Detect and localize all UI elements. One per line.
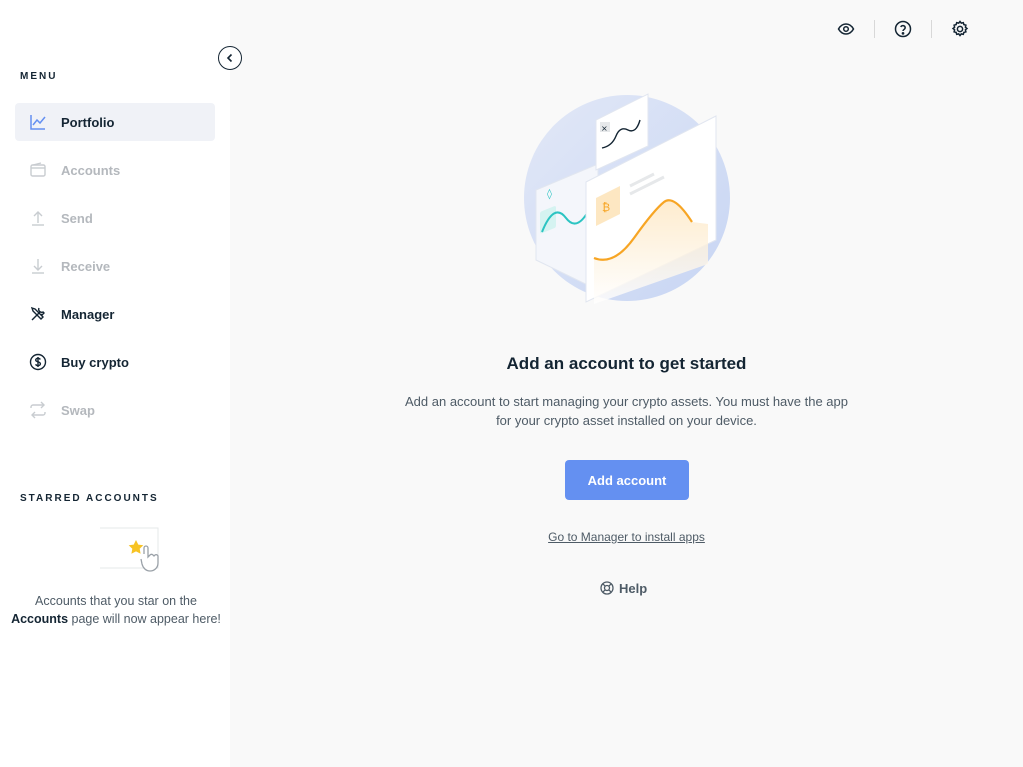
sidebar-item-label: Send xyxy=(61,210,93,226)
sidebar-item-label: Accounts xyxy=(61,162,121,178)
swap-arrows-icon xyxy=(28,400,48,420)
empty-state-title: Add an account to get started xyxy=(506,354,747,373)
sidebar-item-label: Buy crypto xyxy=(61,354,129,370)
sidebar-item-swap[interactable]: Swap xyxy=(15,391,215,429)
send-arrow-up-icon xyxy=(28,208,48,228)
sidebar-item-portfolio[interactable]: Portfolio xyxy=(15,103,215,141)
topbar-divider xyxy=(931,20,932,38)
svg-text:◊: ◊ xyxy=(547,188,552,200)
sidebar-item-buy-crypto[interactable]: Buy crypto xyxy=(15,343,215,381)
chart-line-icon xyxy=(28,112,48,132)
collapse-sidebar-button[interactable] xyxy=(218,46,242,70)
sidebar-item-manager[interactable]: Manager xyxy=(15,295,215,333)
sidebar-item-label: Portfolio xyxy=(61,114,115,130)
svg-text:₿: ₿ xyxy=(602,201,610,214)
starred-accounts-empty-text: Accounts that you star on the Accounts p… xyxy=(10,592,222,628)
sidebar-item-send[interactable]: Send xyxy=(15,199,215,237)
tools-icon xyxy=(28,304,48,324)
lifebuoy-icon xyxy=(600,581,614,595)
help-link[interactable]: Help xyxy=(600,578,647,598)
settings-gear-icon[interactable] xyxy=(949,18,971,40)
sidebar-item-label: Manager xyxy=(61,306,115,322)
eye-icon[interactable] xyxy=(835,18,857,40)
receive-arrow-down-icon xyxy=(28,256,48,276)
sidebar-nav: Portfolio Accounts Send Receive Manager xyxy=(15,103,215,439)
wallet-icon xyxy=(28,160,48,180)
go-to-manager-link[interactable]: Go to Manager to install apps xyxy=(500,530,753,544)
sidebar-item-accounts[interactable]: Accounts xyxy=(15,151,215,189)
help-link-label: Help xyxy=(619,580,648,596)
sidebar-item-receive[interactable]: Receive xyxy=(15,247,215,285)
add-account-button[interactable]: Add account xyxy=(565,460,689,500)
starred-accounts-illustration xyxy=(60,524,170,584)
topbar-divider xyxy=(874,20,875,38)
dollar-circle-icon xyxy=(28,352,48,372)
sidebar-item-label: Receive xyxy=(61,258,111,274)
menu-section-title: MENU xyxy=(20,71,58,82)
svg-text:×: × xyxy=(601,124,608,133)
sidebar: MENU Portfolio Accounts Send Receive Man… xyxy=(0,0,230,767)
empty-state-description: Add an account to start managing your cr… xyxy=(405,394,848,428)
starred-text-part: Accounts that you star on the xyxy=(35,594,197,608)
help-circle-icon[interactable] xyxy=(892,18,914,40)
chevron-left-icon xyxy=(225,53,235,63)
empty-state-illustration: ◊ × ₿ xyxy=(520,90,735,305)
starred-accounts-title: STARRED ACCOUNTS xyxy=(20,493,159,504)
starred-text-bold: Accounts xyxy=(11,612,69,626)
starred-text-part: page will now appear here! xyxy=(68,612,221,626)
sidebar-item-label: Swap xyxy=(61,402,95,418)
